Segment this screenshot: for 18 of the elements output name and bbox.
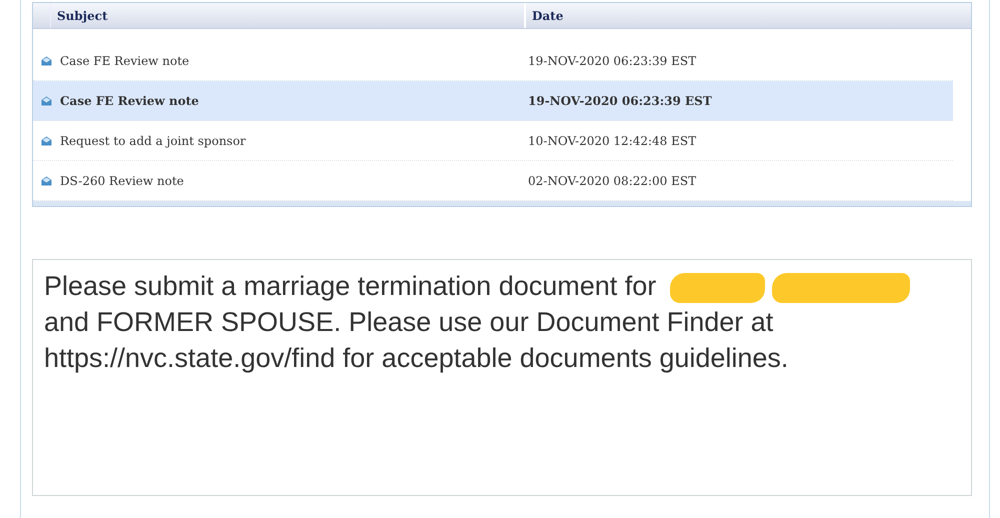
column-header[interactable]: Date [526,3,570,28]
message-text: and FORMER SPOUSE. Please use our Document Finder at https://nvc.state.gov/find for acceptable documents guidelines. [44,307,788,373]
message-text: Please submit a marriage termination document for [44,271,656,301]
date-text: 02-NOV-2020 08:22:00 EST [528,172,696,190]
column-header[interactable]: Subject [51,3,526,28]
envelope-icon [41,176,52,186]
message-row[interactable]: Request to add a joint sponsor 10-NOV-2020 12:42:48 EST [33,121,953,161]
envelope-icon [41,96,52,106]
envelope-icon [41,56,52,66]
subject-text: Request to add a joint sponsor [60,132,247,150]
subject-text: Case FE Review note [60,52,190,70]
subject-text: Case FE Review note [60,92,200,110]
message-row[interactable]: Case FE Review note 19-NOV-2020 06:23:39 EST [33,81,953,121]
date-text: 10-NOV-2020 12:42:48 EST [528,132,696,150]
date-text: 19-NOV-2020 06:23:39 EST [528,92,712,110]
envelope-icon [41,136,52,146]
date-text: 19-NOV-2020 06:23:39 EST [528,52,696,70]
subject-text: DS-260 Review note [60,172,185,190]
